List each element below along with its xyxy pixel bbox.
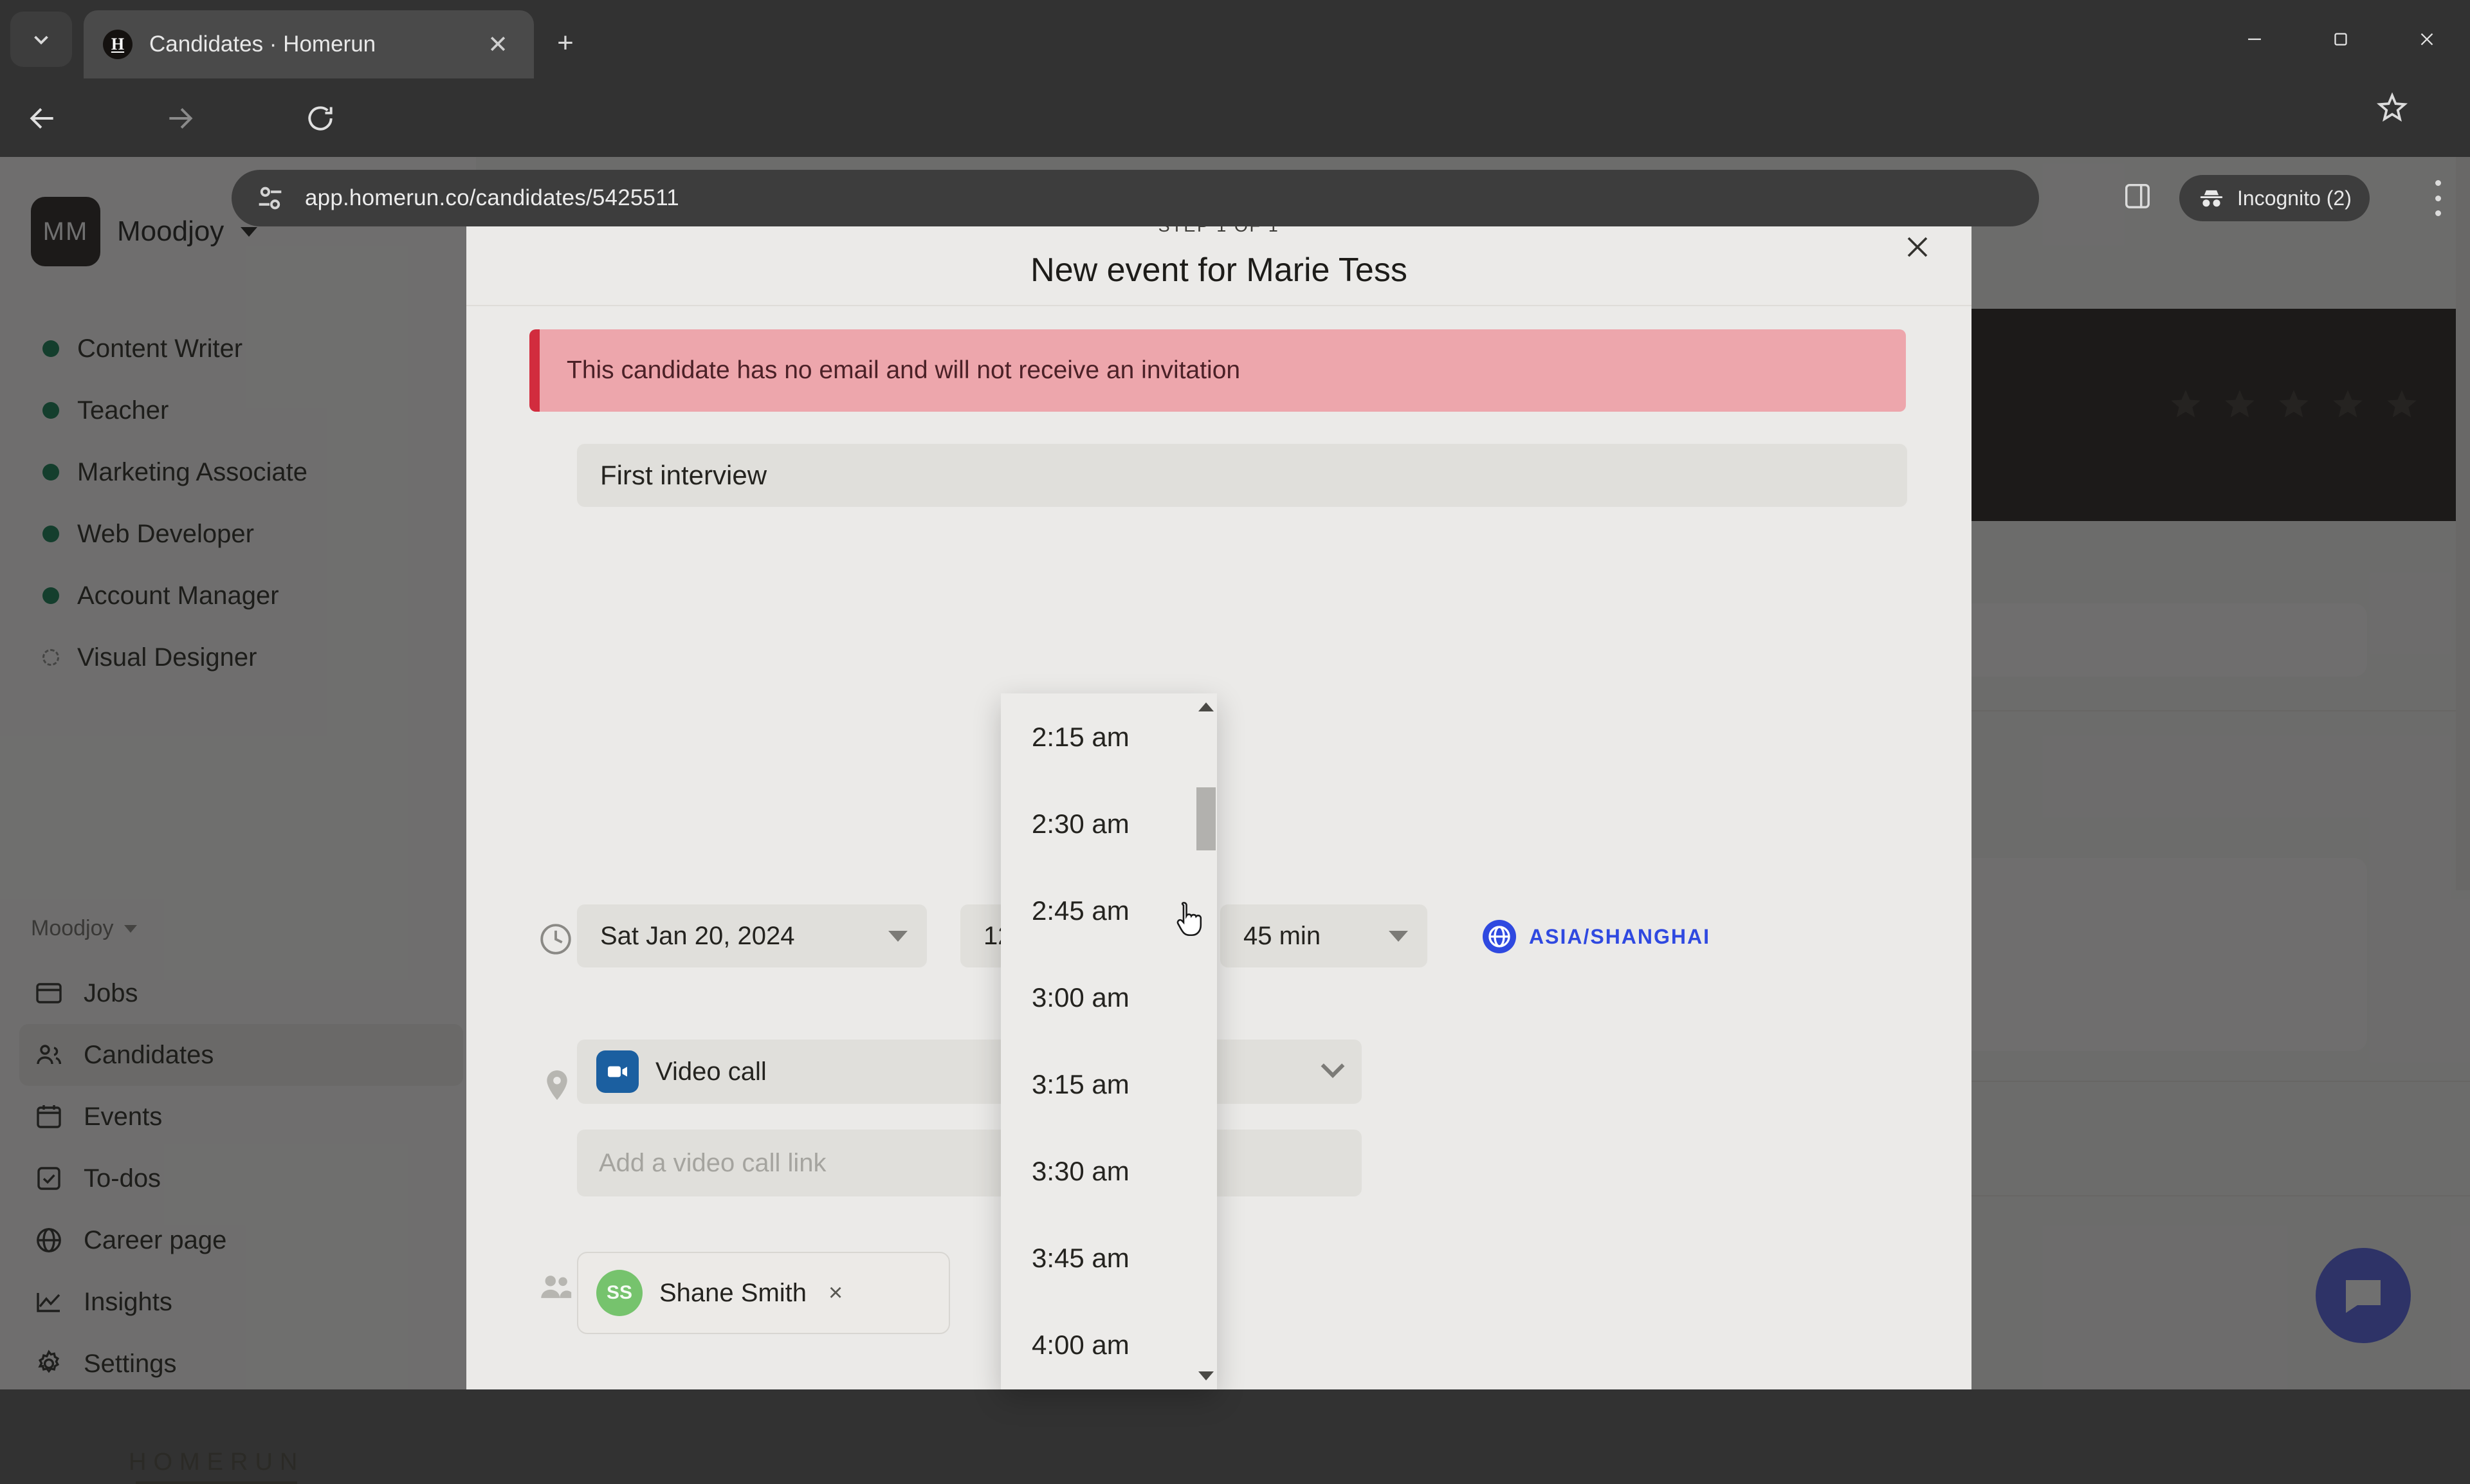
location-type-value: Video call bbox=[655, 1057, 767, 1086]
menu-dot-icon bbox=[2435, 210, 2441, 216]
triangle-down-icon bbox=[1198, 1371, 1214, 1380]
scroll-down-button[interactable] bbox=[1195, 1364, 1217, 1388]
browser-toolbar: app.homerun.co/candidates/5425511 Incogn… bbox=[0, 78, 2470, 226]
back-button[interactable] bbox=[24, 100, 60, 136]
triangle-up-icon bbox=[1198, 702, 1214, 711]
close-button[interactable] bbox=[1894, 224, 1941, 270]
avatar: SS bbox=[596, 1270, 643, 1316]
close-window-button[interactable] bbox=[2384, 0, 2470, 78]
tab-search-button[interactable] bbox=[10, 12, 72, 67]
video-camera-icon bbox=[596, 1050, 639, 1093]
date-value: Sat Jan 20, 2024 bbox=[600, 921, 795, 950]
scroll-up-button[interactable] bbox=[1195, 695, 1217, 719]
time-option[interactable]: 2:45 am bbox=[1001, 867, 1195, 954]
tab-title: Candidates · Homerun bbox=[149, 32, 376, 57]
duration-select[interactable]: 45 min bbox=[1220, 904, 1427, 967]
timezone-link[interactable]: ASIA/SHANGHAI bbox=[1483, 920, 1710, 953]
time-option[interactable]: 3:00 am bbox=[1001, 954, 1195, 1041]
date-select[interactable]: Sat Jan 20, 2024 bbox=[577, 904, 927, 967]
time-options-list: 2:15 am 2:30 am 2:45 am 3:00 am 3:15 am … bbox=[1001, 693, 1195, 1389]
chevron-down-icon bbox=[1321, 1054, 1345, 1078]
attendee-name: Shane Smith bbox=[659, 1278, 807, 1307]
site-settings-icon[interactable] bbox=[253, 181, 287, 215]
browser-menu-button[interactable] bbox=[2424, 176, 2452, 220]
attendee-chip[interactable]: SS Shane Smith × bbox=[577, 1252, 950, 1334]
homerun-logo-text: HOMERUN bbox=[129, 1449, 305, 1476]
video-call-link-input[interactable]: Add a video call link bbox=[577, 1130, 1362, 1196]
modal-body: This candidate has no email and will not… bbox=[466, 306, 1971, 1389]
new-tab-button[interactable]: + bbox=[545, 23, 585, 63]
warning-text: This candidate has no email and will not… bbox=[567, 356, 1241, 384]
minimize-button[interactable] bbox=[2211, 0, 2298, 78]
location-pin-icon bbox=[538, 1067, 576, 1104]
close-icon bbox=[1907, 237, 1928, 257]
maximize-icon bbox=[2334, 33, 2347, 46]
chevron-down-icon bbox=[1389, 930, 1408, 942]
timezone-label: ASIA/SHANGHAI bbox=[1529, 924, 1711, 948]
duration-value: 45 min bbox=[1243, 921, 1321, 950]
new-event-modal: STEP 1 OF 1 New event for Marie Tess Thi… bbox=[466, 188, 1971, 1389]
location-type-select[interactable]: Video call bbox=[577, 1040, 1362, 1104]
attendees-icon bbox=[537, 1269, 574, 1306]
modal-title: New event for Marie Tess bbox=[1030, 252, 1407, 289]
event-title-input[interactable]: First interview bbox=[577, 444, 1907, 507]
close-icon bbox=[2420, 33, 2433, 46]
minimize-icon bbox=[2248, 38, 2261, 41]
tab-strip: H Candidates · Homerun ✕ + bbox=[0, 0, 2470, 78]
time-option[interactable]: 3:30 am bbox=[1001, 1128, 1195, 1214]
globe-icon bbox=[1483, 920, 1516, 953]
browser-chrome: H Candidates · Homerun ✕ + app.homerun.c… bbox=[0, 0, 2470, 226]
homerun-logo-underline bbox=[135, 1481, 298, 1484]
url-text: app.homerun.co/candidates/5425511 bbox=[305, 185, 679, 210]
homerun-logo: HOMERUN bbox=[129, 1449, 304, 1484]
no-email-warning-banner: This candidate has no email and will not… bbox=[529, 329, 1906, 412]
dropdown-scrollbar[interactable] bbox=[1195, 693, 1217, 1389]
menu-dot-icon bbox=[2435, 180, 2441, 186]
maximize-button[interactable] bbox=[2298, 0, 2384, 78]
time-option[interactable]: 3:15 am bbox=[1001, 1041, 1195, 1128]
video-call-link-placeholder: Add a video call link bbox=[599, 1148, 827, 1177]
time-option[interactable]: 2:30 am bbox=[1001, 780, 1195, 867]
scrollbar-thumb[interactable] bbox=[1196, 787, 1216, 850]
menu-dot-icon bbox=[2435, 195, 2441, 201]
time-options-dropdown[interactable]: 2:15 am 2:30 am 2:45 am 3:00 am 3:15 am … bbox=[1001, 693, 1217, 1389]
incognito-profile-button[interactable]: Incognito (2) bbox=[2179, 175, 2370, 221]
time-option[interactable]: 4:00 am bbox=[1001, 1301, 1195, 1388]
bookmark-star-icon[interactable] bbox=[2376, 91, 2408, 124]
incognito-icon bbox=[2200, 190, 2223, 207]
reload-icon bbox=[308, 106, 333, 131]
time-option[interactable]: 2:15 am bbox=[1001, 693, 1195, 780]
reload-button[interactable] bbox=[302, 100, 338, 136]
homerun-favicon-icon: H bbox=[103, 30, 133, 59]
chevron-down-icon bbox=[34, 35, 48, 45]
clock-icon bbox=[537, 921, 574, 958]
event-title-value: First interview bbox=[600, 460, 767, 490]
incognito-label: Incognito (2) bbox=[2237, 186, 2352, 210]
arrow-left-icon bbox=[30, 108, 53, 129]
side-panel-icon[interactable] bbox=[2123, 180, 2152, 216]
close-tab-button[interactable]: ✕ bbox=[481, 28, 515, 61]
browser-tab[interactable]: H Candidates · Homerun ✕ bbox=[84, 10, 534, 78]
chevron-down-icon bbox=[888, 930, 908, 942]
remove-attendee-button[interactable]: × bbox=[828, 1279, 843, 1307]
time-option[interactable]: 3:45 am bbox=[1001, 1214, 1195, 1301]
address-bar[interactable]: app.homerun.co/candidates/5425511 bbox=[232, 170, 2039, 226]
window-controls bbox=[2211, 0, 2470, 78]
